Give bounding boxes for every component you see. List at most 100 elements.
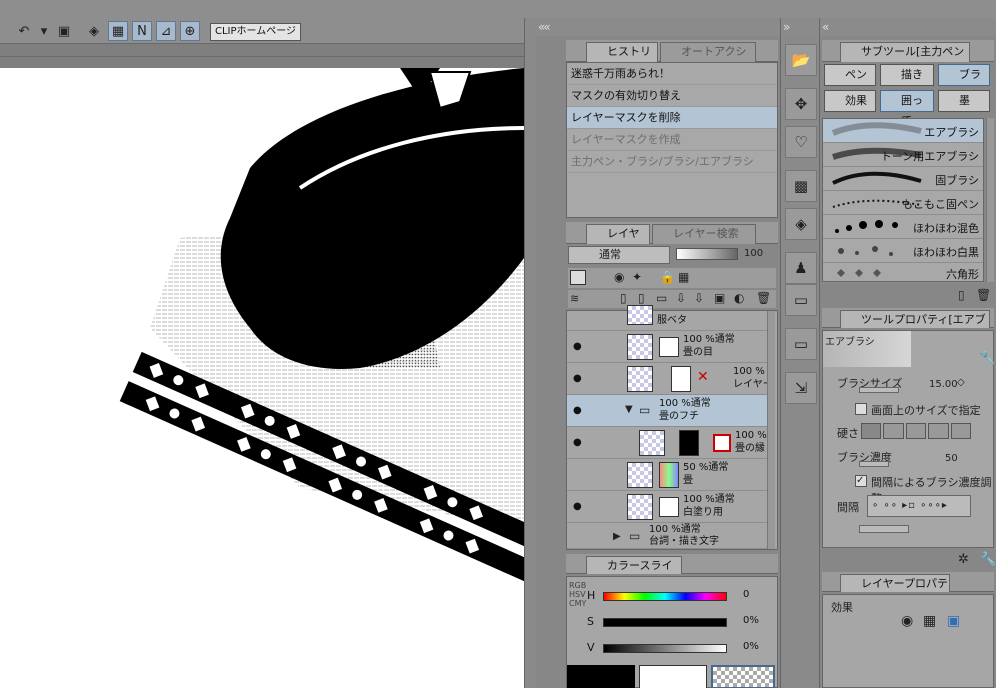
snap-ruler-icon[interactable]: N	[132, 21, 152, 41]
tab-color-slider[interactable]: カラースライダー	[586, 556, 682, 590]
layer-scrollbar[interactable]	[767, 311, 775, 549]
layer-stack-icon[interactable]: ◈	[84, 21, 104, 41]
layer-row[interactable]: ● 100 %通常 白塗り用	[567, 491, 767, 523]
add-brush-icon[interactable]: ▯	[958, 288, 965, 302]
tab-layer-search[interactable]: レイヤー検索	[652, 224, 756, 244]
tab-layer[interactable]: レイヤー	[586, 224, 650, 258]
folder-open-icon[interactable]: 📂	[785, 44, 817, 76]
brush-list-scrollbar[interactable]	[986, 118, 994, 282]
subtool-group-draw[interactable]: 描き	[880, 64, 934, 86]
layer-row[interactable]: 50 %通常 畳	[567, 459, 767, 491]
material-icon[interactable]: ▩	[785, 170, 817, 202]
saturation-slider[interactable]	[603, 618, 727, 627]
navigator-icon[interactable]: ✥	[785, 88, 817, 120]
layer-menu-icon[interactable]: ≋	[570, 292, 579, 305]
brush-item[interactable]: トーン用エアブラシ	[823, 143, 983, 167]
tab-auto-action[interactable]: オートアクション	[660, 42, 756, 76]
brush-item[interactable]: もこもこ固ペン	[823, 191, 983, 215]
delete-brush-icon[interactable]: 🗑	[976, 288, 991, 302]
blend-mode-select[interactable]: 通常	[568, 246, 670, 264]
transfer-down-icon[interactable]: ⇩	[676, 291, 686, 305]
settings-icon[interactable]: ✲	[958, 552, 969, 567]
new-raster-layer-icon[interactable]: ▯	[620, 291, 627, 305]
eye-icon[interactable]: ●	[573, 405, 582, 416]
canvas-vertical-scrollbar[interactable]	[524, 18, 536, 688]
middle-collapse-bar[interactable]: ««	[536, 18, 780, 36]
border-effect-icon[interactable]: ◉	[901, 613, 913, 629]
folder-icon[interactable]: ▭	[785, 284, 817, 316]
tab-cmy[interactable]: CMY	[569, 599, 586, 608]
opacity-slider[interactable]	[676, 248, 738, 260]
value-slider[interactable]	[603, 644, 727, 653]
main-color-swatch[interactable]	[567, 665, 635, 688]
material-3d-icon[interactable]: ◈	[785, 208, 817, 240]
apply-mask-icon[interactable]: ◐	[734, 291, 744, 305]
mask-icon[interactable]: ▣	[714, 291, 725, 305]
stepper-icon[interactable]: ◇	[957, 377, 965, 388]
layer-row[interactable]: ● 100 %通常 畳の目	[567, 331, 767, 363]
tab-subtool[interactable]: サブツール[主力ペン	[840, 42, 970, 62]
hue-slider[interactable]	[603, 592, 727, 601]
history-item[interactable]: レイヤーマスクを作成	[567, 129, 777, 151]
subtool-group-pen[interactable]: ペン	[824, 64, 876, 86]
tab-hsv[interactable]: HSV	[569, 590, 586, 599]
canvas-area[interactable]	[0, 44, 524, 688]
trash-icon[interactable]: 🗑	[756, 291, 771, 305]
opacity-value[interactable]: 100	[744, 248, 763, 259]
subtool-group-enclose[interactable]: 囲って	[880, 90, 934, 127]
layer-row[interactable]: ● ✕ 100 % レイヤー	[567, 363, 773, 395]
density-slider[interactable]	[859, 461, 889, 467]
subtool-group-brush[interactable]: ブラシ	[938, 64, 990, 101]
wrench-icon[interactable]: 🔧	[979, 351, 995, 366]
combine-down-icon[interactable]: ⇩	[694, 291, 704, 305]
tone-effect-icon[interactable]: ▦	[923, 613, 936, 629]
layer-row[interactable]: ● 100 % 畳の縁	[567, 427, 767, 459]
sub-color-swatch[interactable]	[639, 665, 707, 688]
mask-link-icon[interactable]	[713, 434, 731, 452]
icon-column-collapse[interactable]: »	[781, 18, 819, 36]
brush-size-value[interactable]: 15.00	[929, 379, 958, 390]
brush-size-slider[interactable]	[859, 387, 899, 393]
favorite-icon[interactable]: ♡	[785, 126, 817, 158]
hardness-steps[interactable]	[861, 423, 972, 439]
tab-rgb[interactable]: RGB	[569, 581, 586, 590]
brush-item[interactable]: 六角形	[823, 263, 983, 283]
layer-row-selected[interactable]: ● ▼ ▭ 100 %通常 畳のフチ	[567, 395, 767, 427]
eye-icon[interactable]: ●	[573, 437, 582, 448]
clip-homepage-button[interactable]: CLIPホームページ	[210, 23, 302, 41]
layer-row[interactable]: 服ベタ	[567, 305, 767, 331]
brush-item-selected[interactable]: エアブラシ	[823, 119, 983, 143]
reference-icon[interactable]: ✦	[632, 270, 642, 284]
grid-icon[interactable]: ▦	[108, 21, 128, 41]
wrench-icon[interactable]: 🔧	[980, 552, 996, 567]
eye-icon[interactable]: ●	[573, 373, 582, 384]
character-material-icon[interactable]: ♟	[785, 252, 817, 284]
tab-layer-property[interactable]: レイヤープロパティ	[840, 574, 950, 608]
fill-icon[interactable]: ▣	[54, 21, 74, 41]
color-mode-tabs[interactable]: RGB HSV CMY	[569, 581, 586, 661]
brush-item[interactable]: ほわほわ混色	[823, 215, 983, 239]
density-value[interactable]: 50	[945, 453, 958, 464]
density-by-interval-checkbox[interactable]: ✓	[855, 475, 867, 487]
clip-icon[interactable]: ◉	[614, 270, 624, 284]
brush-item[interactable]: ほわほわ白黒	[823, 239, 983, 263]
eye-icon[interactable]: ●	[573, 341, 582, 352]
layer-color-icon[interactable]	[570, 270, 586, 285]
disabled-mask-icon[interactable]: ✕	[697, 369, 709, 385]
folder-icon[interactable]: ▭	[785, 328, 817, 360]
tab-history[interactable]: ヒストリー	[586, 42, 658, 76]
transparent-color-swatch[interactable]	[711, 665, 775, 688]
dropdown-arrow-icon[interactable]: ▾	[34, 21, 54, 41]
subtool-group-effect[interactable]: 効果	[824, 90, 876, 112]
right-collapse-bar[interactable]: «	[820, 18, 996, 36]
interval-select[interactable]: ∘ ∘∘ ▸▫ ∘∘∘▸	[867, 495, 971, 517]
brush-item[interactable]: 固ブラシ	[823, 167, 983, 191]
layer-color-effect-icon[interactable]: ▣	[947, 613, 960, 629]
undo-icon[interactable]: ↶	[14, 21, 34, 41]
snap-special-ruler-icon[interactable]: ⊿	[156, 21, 176, 41]
history-item[interactable]: 迷惑千万雨あられ！	[567, 63, 777, 85]
subtool-group-ink[interactable]: 墨	[938, 90, 990, 112]
history-item[interactable]: 主力ペン・ブラシ/ブラシ/エアブラシ	[567, 151, 777, 173]
history-item-selected[interactable]: レイヤーマスクを削除	[567, 107, 777, 129]
lock-icon[interactable]: 🔒	[660, 270, 675, 284]
